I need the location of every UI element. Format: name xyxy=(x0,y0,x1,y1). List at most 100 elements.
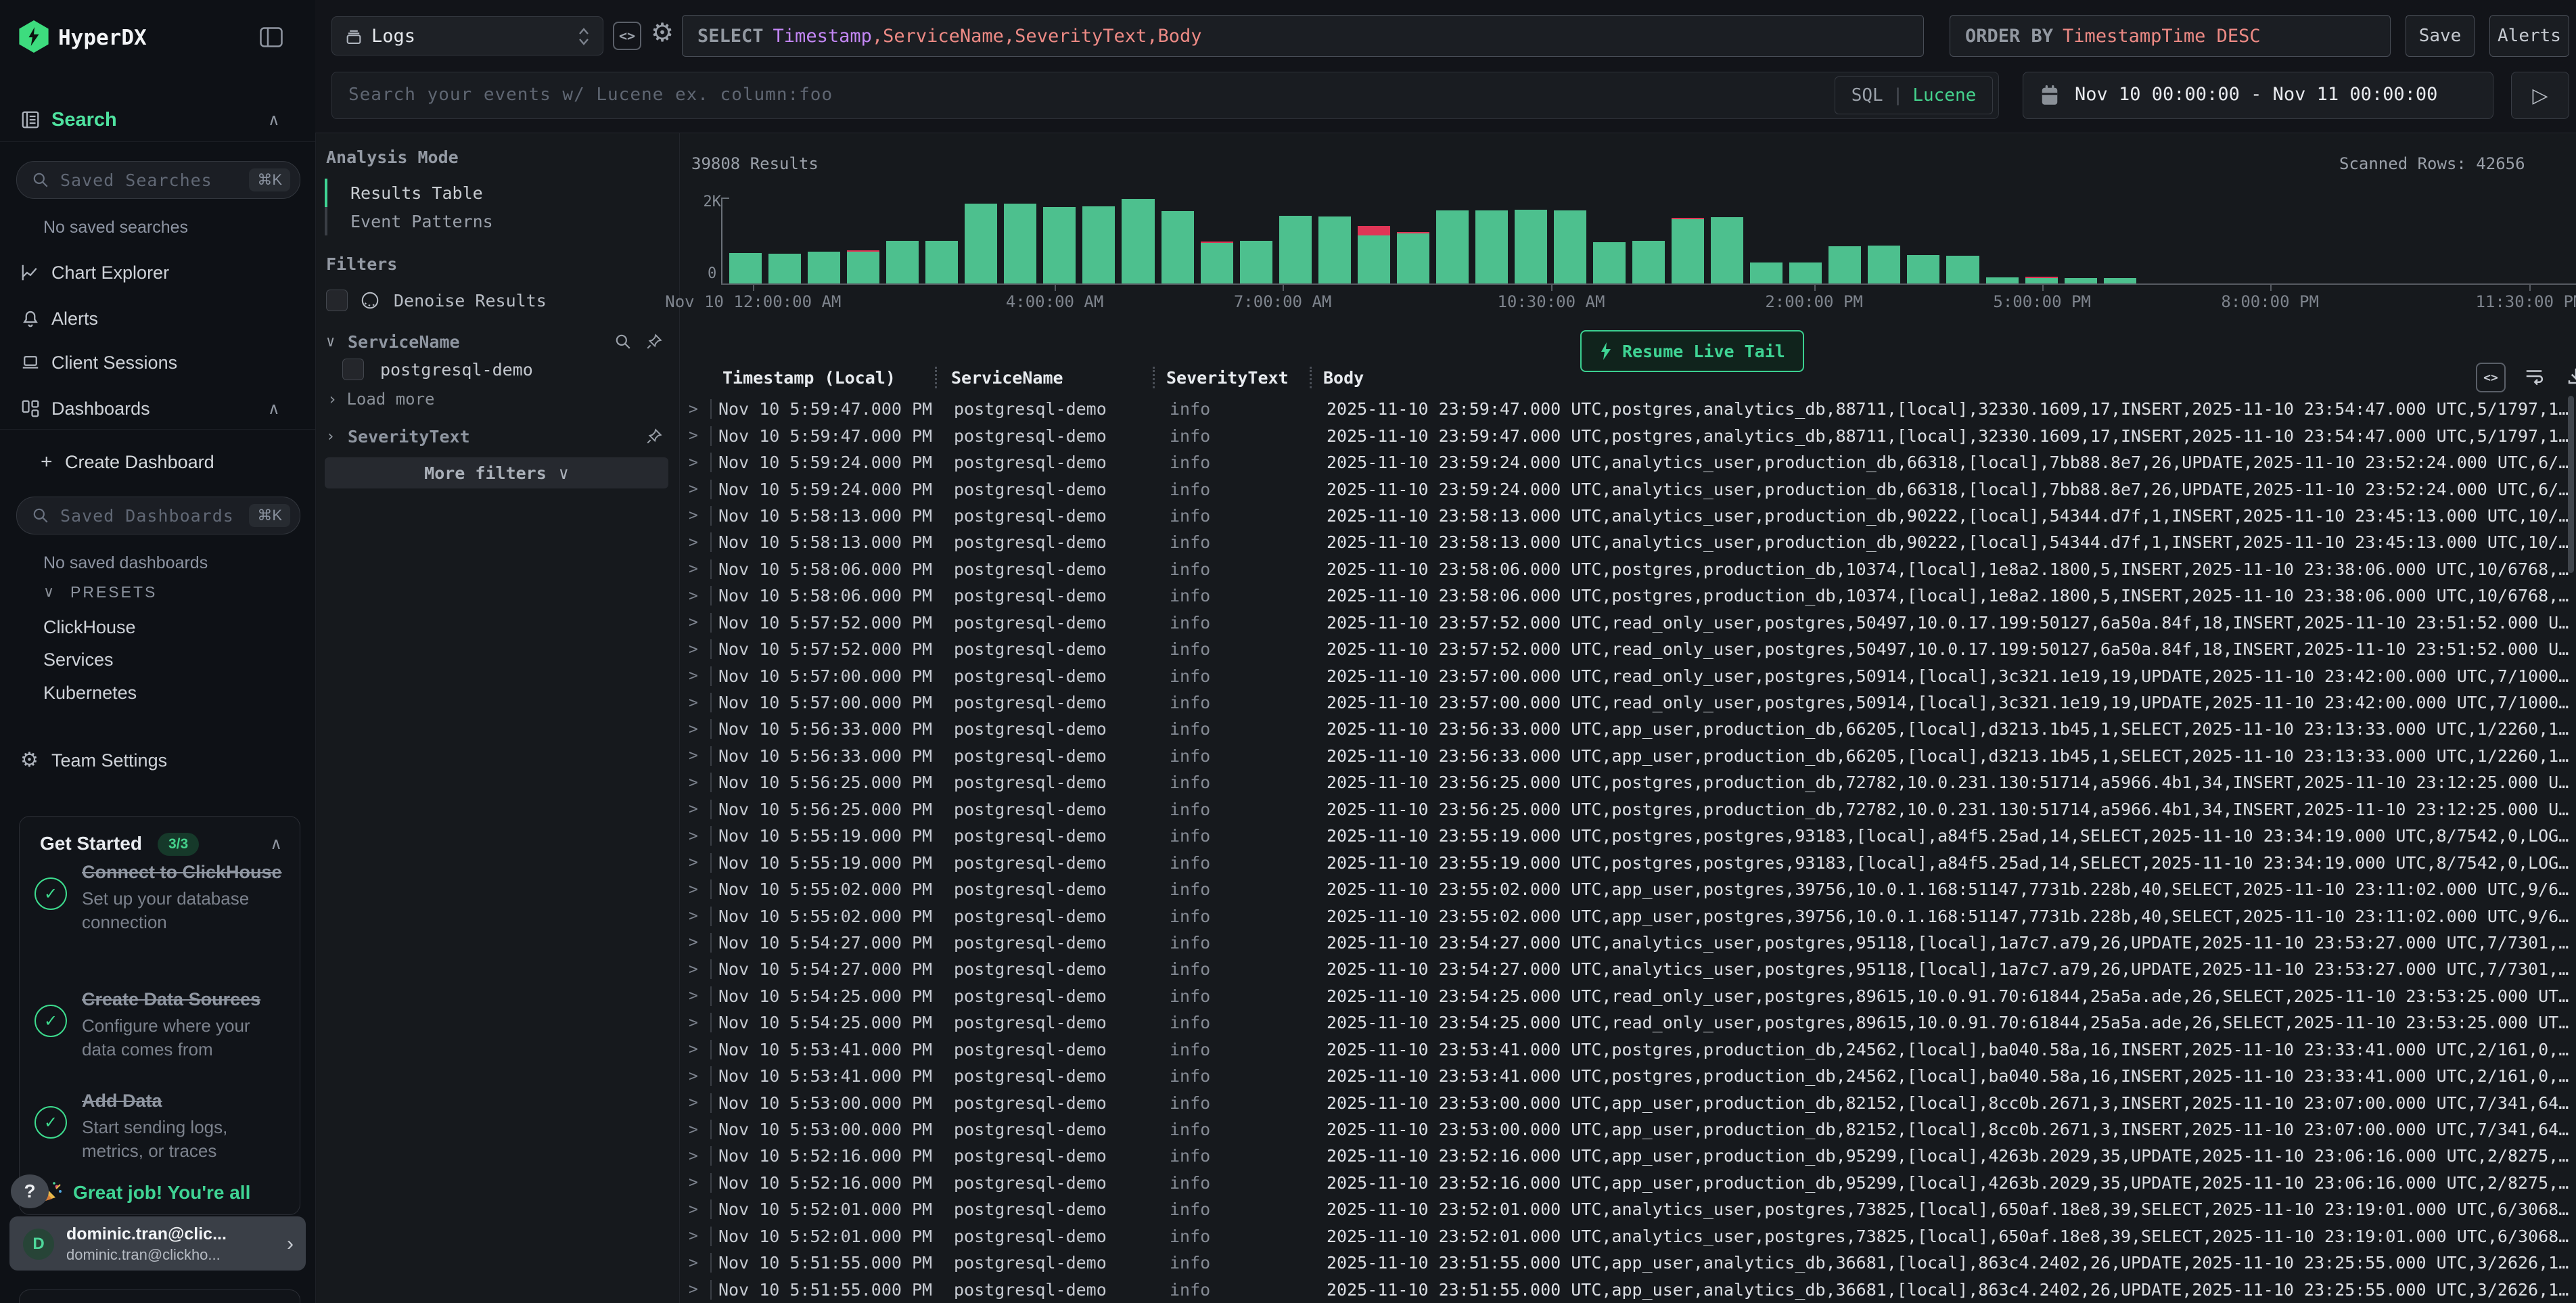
histogram-bar[interactable] xyxy=(1828,192,1861,283)
row-expand-icon[interactable]: > xyxy=(689,1068,709,1085)
sidebar-item-alerts[interactable]: Alerts xyxy=(0,300,315,337)
row-expand-icon[interactable]: > xyxy=(689,987,709,1005)
table-row[interactable]: >Nov 10 5:56:25.000 PMpostgresql-demoinf… xyxy=(679,769,2576,796)
histogram-bar[interactable] xyxy=(768,192,801,283)
histogram-bar[interactable] xyxy=(1789,192,1822,283)
row-expand-icon[interactable]: > xyxy=(689,480,709,498)
presets-header[interactable]: ∨ PRESETS xyxy=(0,583,315,610)
histogram-bar[interactable] xyxy=(925,192,958,283)
column-header-severitytext[interactable]: SeverityText xyxy=(1166,368,1289,388)
preset-services[interactable]: Services xyxy=(43,649,114,670)
histogram-bar[interactable] xyxy=(1711,192,1743,283)
histogram-bar[interactable] xyxy=(2182,192,2215,283)
row-expand-icon[interactable]: > xyxy=(689,1147,709,1165)
denoise-results-option[interactable]: Denoise Results xyxy=(326,290,547,311)
histogram-bar[interactable] xyxy=(2222,192,2254,283)
histogram-bar[interactable] xyxy=(1397,192,1429,283)
row-expand-icon[interactable]: > xyxy=(689,1227,709,1245)
row-expand-icon[interactable]: > xyxy=(689,1281,709,1298)
histogram-bar[interactable] xyxy=(1358,192,1390,283)
view-sql-icon[interactable]: <> xyxy=(2476,363,2506,392)
table-row[interactable]: >Nov 10 5:53:41.000 PMpostgresql-demoinf… xyxy=(679,1036,2576,1063)
table-row[interactable]: >Nov 10 5:59:47.000 PMpostgresql-demoinf… xyxy=(679,422,2576,449)
table-row[interactable]: >Nov 10 5:58:13.000 PMpostgresql-demoinf… xyxy=(679,503,2576,529)
chevron-up-icon[interactable]: ∧ xyxy=(268,399,280,419)
save-button[interactable]: Save xyxy=(2406,15,2475,57)
filter-value-checkbox[interactable] xyxy=(342,359,364,380)
chevron-down-icon[interactable]: ∨ xyxy=(326,334,348,350)
more-filters-button[interactable]: More filters ∨ xyxy=(325,457,668,488)
table-row[interactable]: >Nov 10 5:56:25.000 PMpostgresql-demoinf… xyxy=(679,796,2576,823)
row-expand-icon[interactable]: > xyxy=(689,854,709,871)
row-expand-icon[interactable]: > xyxy=(689,1254,709,1272)
table-row[interactable]: >Nov 10 5:51:55.000 PMpostgresql-demoinf… xyxy=(679,1250,2576,1276)
table-row[interactable]: >Nov 10 5:59:24.000 PMpostgresql-demoinf… xyxy=(679,449,2576,476)
source-settings-gear-icon[interactable]: ⚙ xyxy=(651,18,674,48)
histogram-bar[interactable] xyxy=(1554,192,1586,283)
histogram-bar[interactable] xyxy=(1043,192,1076,283)
column-resize-handle[interactable] xyxy=(1153,367,1155,388)
row-expand-icon[interactable]: > xyxy=(689,907,709,925)
column-header-timestamp[interactable]: Timestamp (Local) xyxy=(722,368,896,388)
row-expand-icon[interactable]: > xyxy=(689,694,709,712)
histogram-bar[interactable] xyxy=(2261,192,2293,283)
vertical-scrollbar[interactable] xyxy=(2568,396,2574,573)
row-expand-icon[interactable]: > xyxy=(689,934,709,951)
sql-editor-icon[interactable]: <> xyxy=(613,22,641,50)
row-expand-icon[interactable]: > xyxy=(689,641,709,658)
run-query-button[interactable]: ▷ xyxy=(2511,72,2569,119)
histogram-bar[interactable] xyxy=(1122,192,1154,283)
pin-icon[interactable] xyxy=(645,333,663,350)
table-row[interactable]: >Nov 10 5:54:27.000 PMpostgresql-demoinf… xyxy=(679,930,2576,956)
source-select[interactable]: Logs xyxy=(331,16,603,55)
table-row[interactable]: >Nov 10 5:58:06.000 PMpostgresql-demoinf… xyxy=(679,556,2576,582)
get-started-step[interactable]: ✓Add DataStart sending logs, metrics, or… xyxy=(34,1089,286,1163)
table-row[interactable]: >Nov 10 5:55:19.000 PMpostgresql-demoinf… xyxy=(679,849,2576,875)
histogram-bar[interactable] xyxy=(1515,192,1547,283)
alerts-button[interactable]: Alerts xyxy=(2489,15,2569,57)
help-button[interactable]: ? xyxy=(11,1174,49,1208)
chevron-up-icon[interactable]: ∧ xyxy=(270,834,282,854)
sidebar-item-client-sessions[interactable]: Client Sessions xyxy=(0,344,315,381)
row-expand-icon[interactable]: > xyxy=(689,587,709,605)
histogram-bar[interactable] xyxy=(1868,192,1900,283)
table-row[interactable]: >Nov 10 5:54:27.000 PMpostgresql-demoinf… xyxy=(679,956,2576,982)
row-expand-icon[interactable]: > xyxy=(689,721,709,738)
histogram-bar[interactable] xyxy=(729,192,762,283)
histogram-bar[interactable] xyxy=(1240,192,1272,283)
filter-search-icon[interactable] xyxy=(614,333,632,350)
preset-clickhouse[interactable]: ClickHouse xyxy=(43,617,136,638)
table-row[interactable]: >Nov 10 5:59:47.000 PMpostgresql-demoinf… xyxy=(679,396,2576,422)
get-started-step[interactable]: ✓Connect to ClickHouseSet up your databa… xyxy=(34,860,286,934)
histogram-bar[interactable] xyxy=(1750,192,1782,283)
sidebar-collapse-icon[interactable] xyxy=(260,27,283,47)
row-expand-icon[interactable]: > xyxy=(689,401,709,418)
row-expand-icon[interactable]: > xyxy=(689,1094,709,1112)
histogram-bar[interactable] xyxy=(808,192,840,283)
table-row[interactable]: >Nov 10 5:57:00.000 PMpostgresql-demoinf… xyxy=(679,662,2576,689)
row-expand-icon[interactable]: > xyxy=(689,881,709,898)
table-row[interactable]: >Nov 10 5:51:55.000 PMpostgresql-demoinf… xyxy=(679,1276,2576,1302)
row-expand-icon[interactable]: > xyxy=(689,614,709,631)
get-started-step[interactable]: ✓Create Data SourcesConfigure where your… xyxy=(34,987,286,1061)
table-row[interactable]: >Nov 10 5:57:00.000 PMpostgresql-demoinf… xyxy=(679,689,2576,716)
table-row[interactable]: >Nov 10 5:53:41.000 PMpostgresql-demoinf… xyxy=(679,1063,2576,1089)
event-search-input[interactable]: Search your events w/ Lucene ex. column:… xyxy=(331,72,1999,119)
resume-live-tail-button[interactable]: Resume Live Tail xyxy=(1580,330,1804,372)
histogram-bar[interactable] xyxy=(1436,192,1469,283)
histogram-bar[interactable] xyxy=(1986,192,2019,283)
histogram-bar[interactable] xyxy=(886,192,919,283)
filter-group-servicename[interactable]: ∨ ServiceName xyxy=(326,330,668,353)
analysis-mode-event-patterns[interactable]: Event Patterns xyxy=(325,207,663,235)
sidebar-item-search[interactable]: Search ∧ xyxy=(0,101,315,138)
histogram-bar[interactable] xyxy=(2025,192,2058,283)
sidebar-item-dashboards[interactable]: Dashboards ∧ xyxy=(0,390,315,427)
histogram-bar[interactable] xyxy=(1004,192,1036,283)
analysis-mode-results-table[interactable]: Results Table xyxy=(325,179,663,207)
filter-value-row[interactable]: postgresql-demo xyxy=(342,359,533,380)
chevron-up-icon[interactable]: ∧ xyxy=(268,110,280,130)
saved-dashboards-input[interactable]: Saved Dashboards ⌘K xyxy=(16,497,300,534)
histogram-bar[interactable] xyxy=(2378,192,2411,283)
row-expand-icon[interactable]: > xyxy=(689,747,709,764)
select-columns-input[interactable]: SELECT Timestamp ,ServiceName,SeverityTe… xyxy=(682,15,1924,57)
